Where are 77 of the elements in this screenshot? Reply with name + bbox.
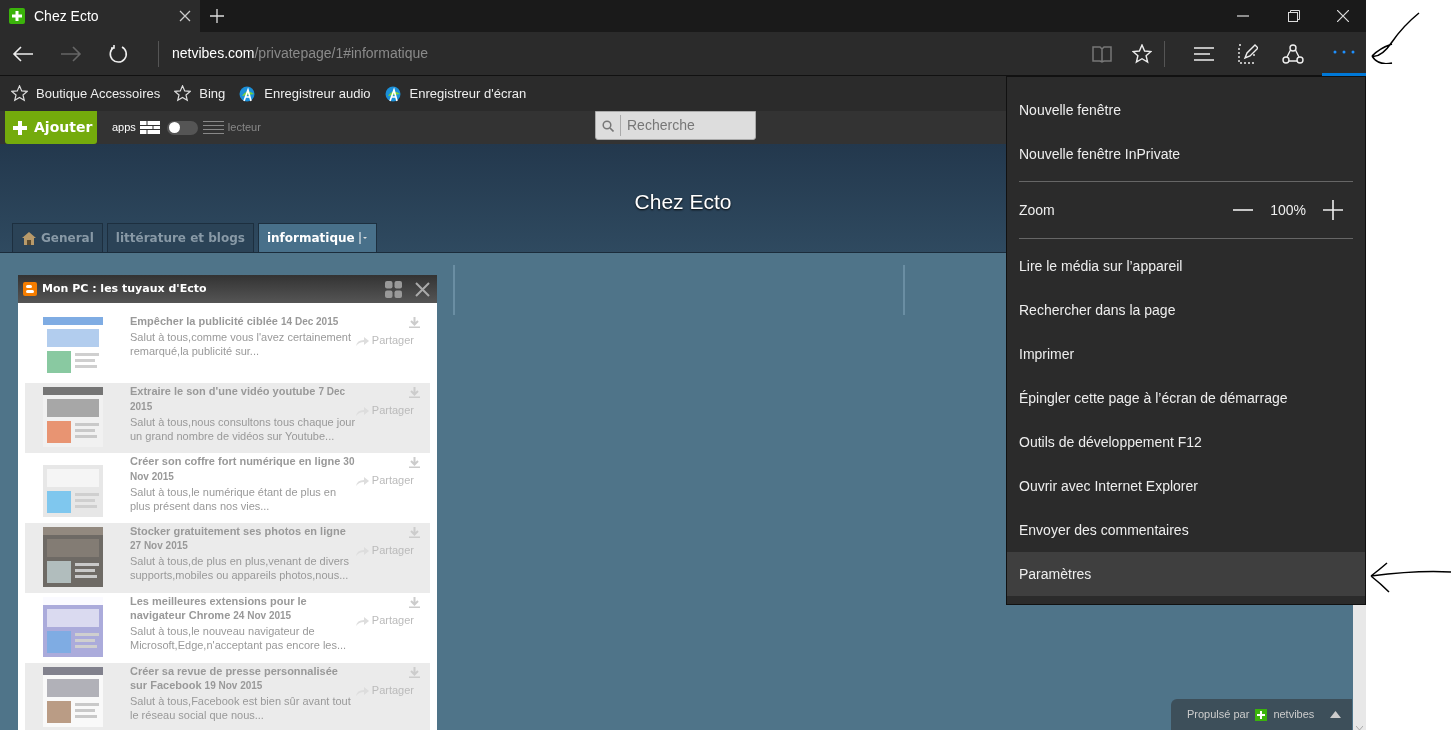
list-view-icon[interactable]	[202, 121, 224, 134]
lecteur-label: lecteur	[227, 120, 261, 136]
share-link[interactable]: Partager	[355, 332, 422, 349]
menu-item[interactable]: Lire le média sur l’appareil	[1007, 244, 1365, 288]
new-tab-icon[interactable]	[210, 9, 224, 23]
menu-item[interactable]: Paramètres	[1007, 552, 1365, 596]
menu-item[interactable]: Envoyer des commentaires	[1007, 508, 1365, 552]
article-title[interactable]: Stocker gratuitement ses photos en ligne 27 Nov 2015	[130, 524, 356, 553]
powered-by-label: Propulsé par	[1187, 707, 1250, 723]
add-button[interactable]: Ajouter	[5, 111, 97, 144]
plus-icon	[1255, 708, 1268, 721]
menu-item[interactable]: Ouvrir avec Internet Explorer	[1007, 464, 1365, 508]
hub-icon[interactable]	[1194, 46, 1214, 61]
page-tab[interactable]: General	[12, 223, 103, 252]
favorite-link[interactable]: Bing	[174, 83, 226, 104]
view-toggle[interactable]	[166, 120, 198, 135]
article-excerpt: Salut à tous,comme vous l'avez certainement remarqué,la publicité sur...	[130, 330, 352, 358]
favorite-link[interactable]: Enregistreur d'écran	[384, 83, 527, 104]
brand-name: netvibes	[1273, 707, 1315, 723]
article-title[interactable]: Créer sa revue de presse personnalisée sur Facebook 19 Nov 2015	[130, 664, 356, 693]
star-icon	[174, 85, 192, 102]
refresh-icon[interactable]	[108, 43, 128, 64]
restore-icon[interactable]	[1288, 10, 1300, 22]
article-title[interactable]: Les meilleures extensions pour le navigateur Chrome 24 Nov 2015	[130, 594, 356, 623]
page-title: Chez Ecto	[634, 188, 732, 215]
search-icon	[602, 119, 614, 132]
browser-tab[interactable]: Chez Ecto	[0, 0, 200, 32]
article-excerpt: Salut à tous,le nouveau navigateur de Microsoft,Edge,n'acceptant pas encore les...	[130, 624, 348, 652]
article-title[interactable]: Empêcher la publicité ciblée 14 Dec 2015	[130, 314, 356, 329]
article-excerpt: Salut à tous,de plus en plus,venant de divers supports,mobiles ou appareils photos,nous...	[130, 554, 350, 582]
menu-item[interactable]: Imprimer	[1007, 332, 1365, 376]
article-title[interactable]: Extraire le son d'une vidéo youtube 7 Dec 2015	[130, 384, 356, 414]
menu-item[interactable]: Outils de développement F12	[1007, 420, 1365, 464]
article-title[interactable]: Créer son coffre fort numérique en ligne 30 Nov 2015	[130, 454, 356, 484]
article-excerpt: Salut à tous,le numérique étant de plus en plus présent dans nos vies...	[130, 485, 338, 513]
apps-label: apps	[112, 120, 136, 136]
note-icon[interactable]	[1238, 43, 1258, 64]
zoom-label: Zoom	[1019, 200, 1056, 220]
share-icon[interactable]	[1282, 43, 1304, 64]
app-icon	[384, 85, 402, 102]
book-icon[interactable]	[1092, 44, 1112, 63]
annotation-arrow	[1368, 12, 1420, 64]
share-link[interactable]: Partager	[355, 612, 422, 629]
favorite-link[interactable]: Boutique Accessoires	[11, 83, 161, 104]
widget-title: Mon PC : les tuyaux d'Ecto	[42, 280, 208, 297]
menu-item[interactable]: Épingler cette page à l’écran de démarrage	[1007, 376, 1365, 420]
share-icon	[355, 334, 369, 346]
star-icon	[11, 85, 28, 102]
share-link[interactable]: Partager	[355, 472, 422, 489]
tab-title: Chez Ecto	[34, 6, 100, 26]
article-excerpt: Salut à tous,nous consultons tous chaque jour un grand nombre de vidéos sur Youtube...	[130, 415, 356, 443]
house-icon	[21, 231, 37, 245]
app-icon	[239, 85, 257, 102]
share-icon	[355, 474, 369, 486]
page-tab[interactable]: littérature et blogs	[106, 223, 254, 252]
back-icon[interactable]	[12, 44, 34, 63]
grid-icon[interactable]	[385, 280, 402, 298]
caret-icon	[358, 232, 368, 244]
plus-icon	[9, 8, 25, 24]
favorite-link[interactable]: Enregistreur audio	[239, 83, 371, 104]
close-icon[interactable]	[179, 10, 191, 22]
plus-icon[interactable]	[1323, 200, 1343, 220]
share-icon	[355, 614, 369, 626]
grid-view-icon[interactable]	[139, 121, 160, 134]
article-excerpt: Salut à tous,Facebook est bien sûr avant tout le réseau social que nous...	[130, 694, 352, 722]
menu-item[interactable]: Nouvelle fenêtre InPrivate	[1007, 132, 1365, 176]
menu-item[interactable]: Rechercher dans la page	[1007, 288, 1365, 332]
blog-icon	[23, 282, 37, 296]
menu-item[interactable]: Nouvelle fenêtre	[1007, 88, 1365, 132]
forward-icon[interactable]	[60, 44, 82, 63]
page-tab[interactable]: informatique	[257, 223, 377, 252]
more-icon	[1333, 50, 1355, 54]
plus-icon	[13, 120, 27, 135]
zoom-value: 100%	[1270, 200, 1306, 220]
star-icon[interactable]	[1132, 43, 1152, 64]
expand-icon[interactable]	[1330, 711, 1342, 718]
search-field[interactable]: Recherche	[595, 111, 756, 140]
